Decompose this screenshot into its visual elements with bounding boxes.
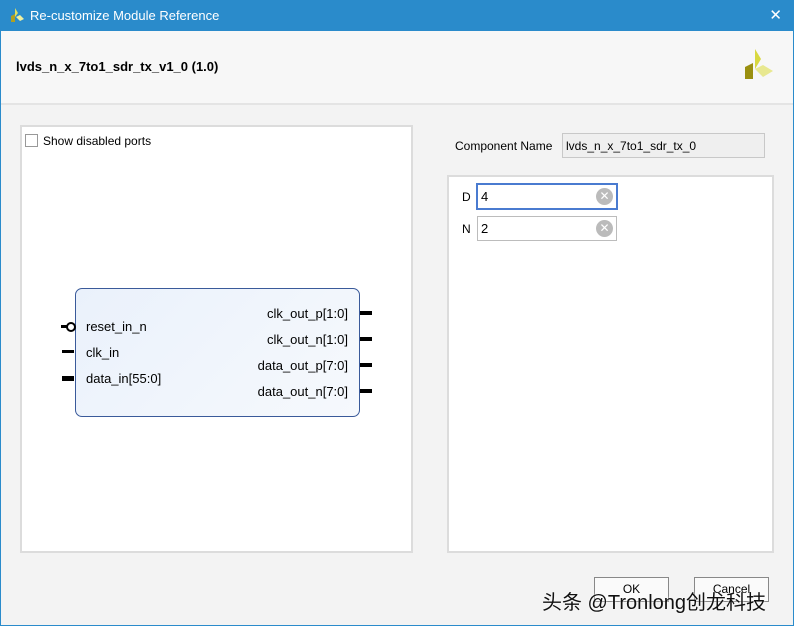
title-bar: Re-customize Module Reference ✕ — [0, 0, 794, 31]
show-disabled-ports-checkbox[interactable]: Show disabled ports — [25, 134, 151, 148]
header: lvds_n_x_7to1_sdr_tx_v1_0 (1.0) — [1, 31, 793, 105]
param-n-input[interactable]: 2 ✕ — [477, 216, 617, 241]
clear-icon[interactable]: ✕ — [596, 220, 613, 237]
module-title: lvds_n_x_7to1_sdr_tx_v1_0 (1.0) — [16, 59, 219, 74]
watermark: 头条 @Tronlong创龙科技 — [542, 592, 767, 614]
xilinx-logo-icon — [11, 8, 24, 22]
param-value: 4 — [481, 189, 489, 204]
output-port: data_out_p[7:0] — [257, 358, 348, 373]
param-d-input[interactable]: 4 ✕ — [476, 183, 618, 210]
input-port: data_in[55:0] — [86, 371, 162, 386]
output-port: clk_out_n[1:0] — [267, 332, 348, 347]
close-button[interactable]: ✕ — [769, 6, 782, 24]
pin — [360, 389, 372, 393]
output-port: data_out_n[7:0] — [257, 384, 348, 399]
checkbox-label: Show disabled ports — [43, 134, 152, 148]
param-value: 2 — [481, 221, 489, 236]
pin — [360, 337, 372, 341]
window-title: Re-customize Module Reference — [30, 8, 220, 23]
input-port: reset_in_n — [86, 319, 147, 334]
pin — [360, 363, 372, 367]
pin — [61, 325, 67, 328]
output-port: clk_out_p[1:0] — [267, 306, 348, 321]
param-label: D — [462, 190, 471, 204]
input-port: clk_in — [86, 345, 120, 360]
pin — [360, 311, 372, 315]
clear-icon[interactable]: ✕ — [596, 188, 613, 205]
param-label: N — [462, 222, 471, 236]
component-name-field[interactable]: lvds_n_x_7to1_sdr_tx_0 — [562, 133, 765, 158]
active-low-bubble-icon — [66, 322, 76, 332]
xilinx-logo-icon — [745, 49, 773, 79]
component-name-label: Component Name — [455, 139, 553, 153]
pin — [62, 350, 74, 353]
pin — [62, 376, 74, 381]
